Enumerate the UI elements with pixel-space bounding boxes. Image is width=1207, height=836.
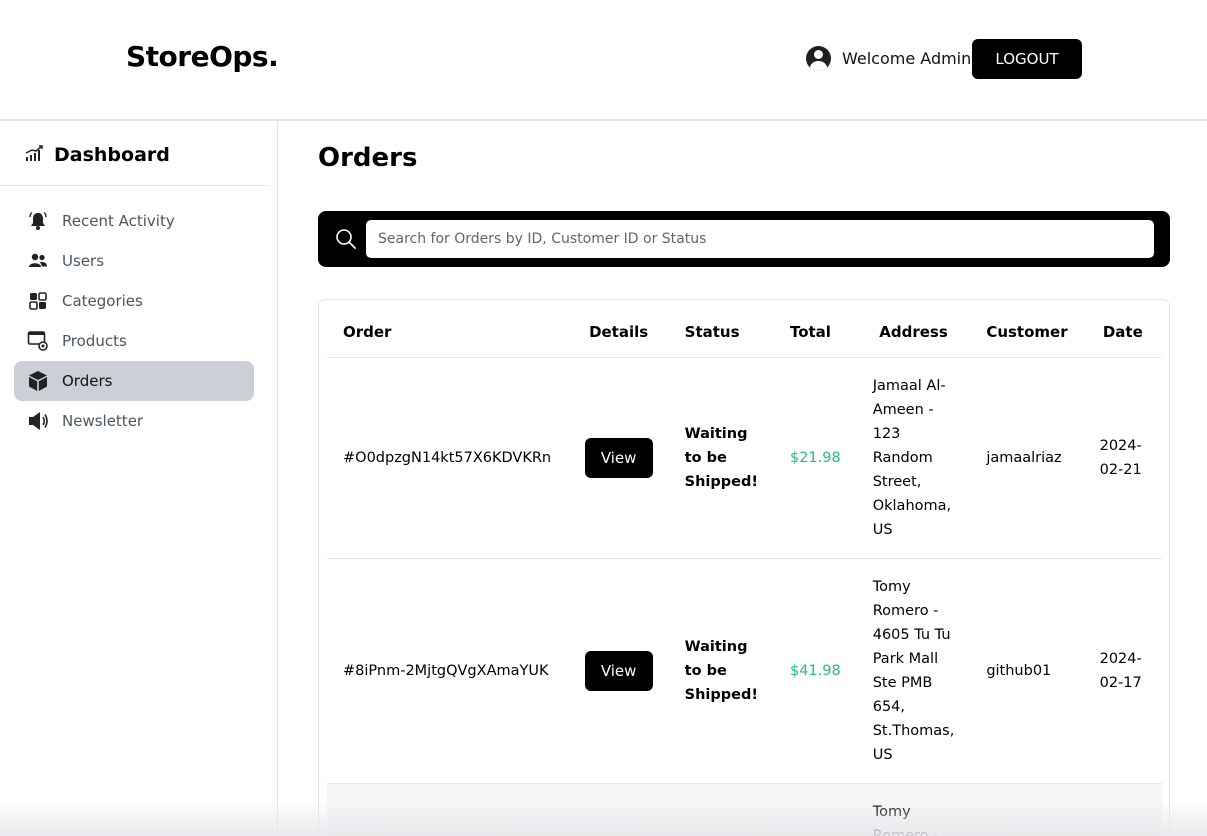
welcome-text: Welcome Admin bbox=[842, 49, 972, 68]
order-date: 2024-02-21 bbox=[1083, 357, 1162, 559]
sidebar-item-label: Orders bbox=[62, 372, 113, 390]
order-customer: github01 bbox=[970, 558, 1084, 784]
order-address: Jamaal Al-Ameen - 123 Random Street, Okl… bbox=[856, 357, 971, 559]
order-total bbox=[773, 783, 857, 836]
categories-icon bbox=[26, 289, 50, 313]
order-id: #8iPnm-2MjtgQVgXAmaYUK bbox=[327, 558, 569, 784]
order-total: $21.98 bbox=[773, 357, 857, 559]
column-header-status[interactable]: Status bbox=[668, 308, 774, 358]
order-date: 2024-02-17 bbox=[1083, 558, 1162, 784]
order-status bbox=[668, 783, 774, 836]
top-header: StoreOps. Welcome Admin LOGOUT bbox=[0, 0, 1207, 121]
details-cell: View bbox=[568, 558, 669, 784]
search-icon[interactable] bbox=[334, 227, 358, 251]
sidebar: Dashboard Recent Activity Users Categori… bbox=[0, 121, 278, 836]
search-input[interactable] bbox=[366, 220, 1154, 258]
sidebar-item-newsletter[interactable]: Newsletter bbox=[14, 401, 254, 441]
table-header-row: Order Details Status Total Address Custo… bbox=[327, 308, 1162, 358]
order-address: Tomy Romero - 4605 Tu Tu Park Mall Ste P… bbox=[856, 558, 971, 784]
users-icon bbox=[26, 249, 50, 273]
user-avatar-icon bbox=[806, 46, 831, 71]
megaphone-icon bbox=[26, 409, 50, 433]
order-id bbox=[327, 783, 569, 836]
user-welcome: Welcome Admin bbox=[806, 46, 971, 71]
view-order-button[interactable]: View bbox=[584, 437, 653, 478]
order-date bbox=[1083, 783, 1162, 836]
column-header-order[interactable]: Order bbox=[327, 308, 569, 358]
column-header-total[interactable]: Total bbox=[773, 308, 857, 358]
sidebar-item-label: Categories bbox=[62, 292, 143, 310]
orders-table: Order Details Status Total Address Custo… bbox=[327, 308, 1162, 836]
order-id: #O0dpzgN14kt57X6KDVKRn bbox=[327, 357, 569, 559]
column-header-details[interactable]: Details bbox=[568, 308, 669, 358]
search-bar bbox=[318, 211, 1170, 267]
sidebar-item-users[interactable]: Users bbox=[14, 241, 254, 281]
view-order-button[interactable]: View bbox=[584, 650, 653, 691]
column-header-address[interactable]: Address bbox=[856, 308, 971, 358]
sidebar-item-products[interactable]: Products bbox=[14, 321, 254, 361]
sidebar-item-label: Newsletter bbox=[62, 412, 144, 430]
order-total: $41.98 bbox=[773, 558, 857, 784]
order-status: Waiting to be Shipped! bbox=[668, 357, 774, 559]
orders-table-card: Order Details Status Total Address Custo… bbox=[318, 299, 1170, 836]
details-cell bbox=[568, 783, 669, 836]
box-icon bbox=[26, 369, 50, 393]
chart-icon bbox=[24, 143, 44, 167]
sidebar-dashboard[interactable]: Dashboard bbox=[24, 143, 170, 167]
products-icon bbox=[26, 329, 50, 353]
sidebar-item-categories[interactable]: Categories bbox=[14, 281, 254, 321]
details-cell: View bbox=[568, 357, 669, 559]
sidebar-dashboard-label: Dashboard bbox=[54, 144, 170, 166]
order-customer bbox=[970, 783, 1084, 836]
sidebar-item-label: Recent Activity bbox=[62, 212, 175, 230]
column-header-date[interactable]: Date bbox=[1083, 308, 1162, 358]
table-row: #8iPnm-2MjtgQVgXAmaYUK View Waiting to b… bbox=[327, 558, 1162, 784]
order-status: Waiting to be Shipped! bbox=[668, 558, 774, 784]
brand-logo[interactable]: StoreOps. bbox=[126, 40, 279, 73]
bell-icon bbox=[26, 209, 50, 233]
sidebar-item-orders[interactable]: Orders bbox=[14, 361, 254, 401]
table-row: Tomy Romero - bbox=[327, 783, 1162, 836]
column-header-customer[interactable]: Customer bbox=[970, 308, 1084, 358]
logout-button[interactable]: LOGOUT bbox=[972, 39, 1082, 79]
page-title: Orders bbox=[318, 143, 418, 173]
sidebar-item-recent-activity[interactable]: Recent Activity bbox=[14, 201, 254, 241]
order-address: Tomy Romero - bbox=[856, 783, 971, 836]
sidebar-item-label: Products bbox=[62, 332, 127, 350]
order-customer: jamaalriaz bbox=[970, 357, 1084, 559]
sidebar-divider bbox=[0, 185, 270, 186]
sidebar-item-label: Users bbox=[62, 252, 105, 270]
table-row: #O0dpzgN14kt57X6KDVKRn View Waiting to b… bbox=[327, 357, 1162, 559]
